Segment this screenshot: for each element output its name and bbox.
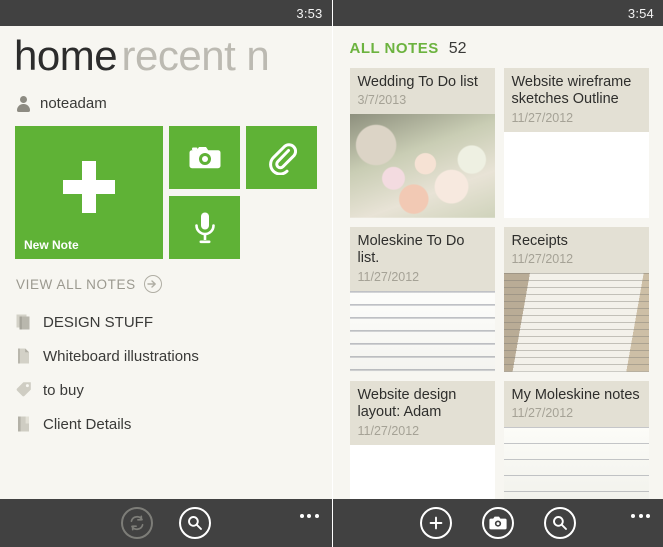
phone-screen-all-notes: 3:54 ALL NOTES 52 Wedding To Do list 3/7… (331, 0, 663, 547)
note-grid: Wedding To Do list 3/7/2013 Website wire… (333, 68, 663, 499)
note-card-header: Receipts 11/27/2012 (503, 227, 649, 274)
note-title: Website design layout: Adam (357, 387, 457, 421)
note-date: 11/27/2012 (511, 252, 574, 267)
notebook-row-design-stuff[interactable]: DESIGN STUFF (16, 305, 332, 339)
note-thumbnail (349, 444, 495, 499)
tile-new-note-label: New Note (24, 238, 79, 253)
status-clock: 3:53 (296, 5, 323, 21)
all-notes-header: ALL NOTES 52 (333, 26, 663, 68)
all-notes-count: 52 (448, 40, 467, 57)
note-card[interactable]: Wedding To Do list 3/7/2013 (349, 68, 495, 218)
note-card-header: Wedding To Do list 3/7/2013 (349, 68, 495, 115)
note-title: Receipts (511, 233, 568, 249)
account-row[interactable]: noteadam (0, 85, 332, 118)
arrow-right-circle-icon (143, 275, 162, 294)
tile-column-left (169, 126, 240, 260)
note-card-header: Website design layout: Adam 11/27/2012 (349, 381, 495, 445)
all-notes-title: ALL NOTES (349, 40, 439, 57)
note-date: 11/27/2012 (511, 110, 574, 125)
note-date: 11/27/2012 (511, 406, 574, 421)
tag-icon (16, 381, 32, 399)
note-thumbnail (349, 114, 495, 218)
note-thumbnail (503, 427, 649, 499)
note-title: Website wireframe sketches Outline (511, 74, 632, 108)
page-icon (16, 347, 32, 365)
notebook-label: Client Details (43, 415, 132, 433)
note-card[interactable]: Moleskine To Do list. 11/27/2012 (349, 227, 495, 372)
note-date: 11/27/2012 (357, 423, 420, 438)
note-card[interactable]: My Moleskine notes 11/27/2012 (503, 381, 649, 499)
status-clock: 3:54 (627, 5, 654, 21)
ellipsis-icon[interactable] (631, 514, 650, 518)
note-thumbnail (503, 273, 649, 372)
quick-action-tiles: New Note (0, 118, 332, 260)
note-card[interactable]: Website design layout: Adam 11/27/2012 (349, 381, 495, 499)
person-icon (16, 95, 31, 112)
note-thumbnail (349, 290, 495, 372)
notebook-icon (16, 415, 32, 433)
notebook-row-client-details[interactable]: Client Details (16, 407, 332, 441)
camera-icon (189, 146, 220, 168)
phone-screen-home: 3:53 home recent n noteadam New Note VIE… (0, 0, 332, 547)
note-card[interactable]: Website wireframe sketches Outline 11/27… (503, 68, 649, 218)
sync-icon[interactable] (120, 507, 153, 539)
plus-icon[interactable] (419, 507, 452, 539)
notebook-label: Whiteboard illustrations (43, 347, 199, 365)
pivot-tab-recent-notes[interactable]: recent n (122, 32, 270, 79)
notebook-row-whiteboard-illustrations[interactable]: Whiteboard illustrations (16, 339, 332, 373)
view-all-notes-label: VIEW ALL NOTES (16, 276, 136, 292)
note-thumbnail (503, 131, 649, 218)
note-card-header: Website wireframe sketches Outline 11/27… (503, 68, 649, 132)
note-card-header: My Moleskine notes 11/27/2012 (503, 381, 649, 428)
tile-audio-note[interactable] (169, 196, 240, 260)
account-name: noteadam (40, 95, 107, 113)
search-icon[interactable] (543, 507, 576, 539)
microphone-icon (194, 212, 215, 243)
notebook-label: DESIGN STUFF (43, 313, 154, 331)
notebook-row-to-buy[interactable]: to buy (16, 373, 332, 407)
tile-camera[interactable] (169, 126, 240, 190)
notebook-stack-icon (16, 313, 32, 331)
notebook-label: to buy (43, 381, 84, 399)
note-card-header: Moleskine To Do list. 11/27/2012 (349, 227, 495, 291)
tile-new-note[interactable]: New Note (15, 126, 163, 260)
screenshot-root: 3:53 home recent n noteadam New Note VIE… (0, 0, 663, 547)
note-date: 11/27/2012 (357, 269, 420, 284)
pivot-header: home recent n (0, 26, 332, 85)
ellipsis-icon[interactable] (299, 514, 319, 518)
paperclip-icon (268, 142, 297, 175)
pivot-tab-home[interactable]: home (14, 32, 118, 79)
note-date: 3/7/2013 (357, 93, 407, 108)
plus-icon (63, 161, 115, 214)
search-icon[interactable] (178, 507, 211, 539)
tile-attachment[interactable] (246, 126, 317, 190)
status-bar-right: 3:54 (332, 0, 663, 26)
camera-icon[interactable] (481, 507, 514, 539)
note-title: My Moleskine notes (511, 387, 640, 403)
status-bar-left: 3:53 (0, 0, 332, 26)
notebook-list: DESIGN STUFF Whiteboard illustrations to… (0, 297, 332, 499)
view-all-notes-link[interactable]: VIEW ALL NOTES (0, 259, 332, 297)
note-card[interactable]: Receipts 11/27/2012 (503, 227, 649, 372)
app-bar-right (332, 499, 663, 547)
app-bar-left (0, 499, 332, 547)
note-title: Moleskine To Do list. (357, 233, 465, 267)
note-title: Wedding To Do list (357, 74, 478, 90)
